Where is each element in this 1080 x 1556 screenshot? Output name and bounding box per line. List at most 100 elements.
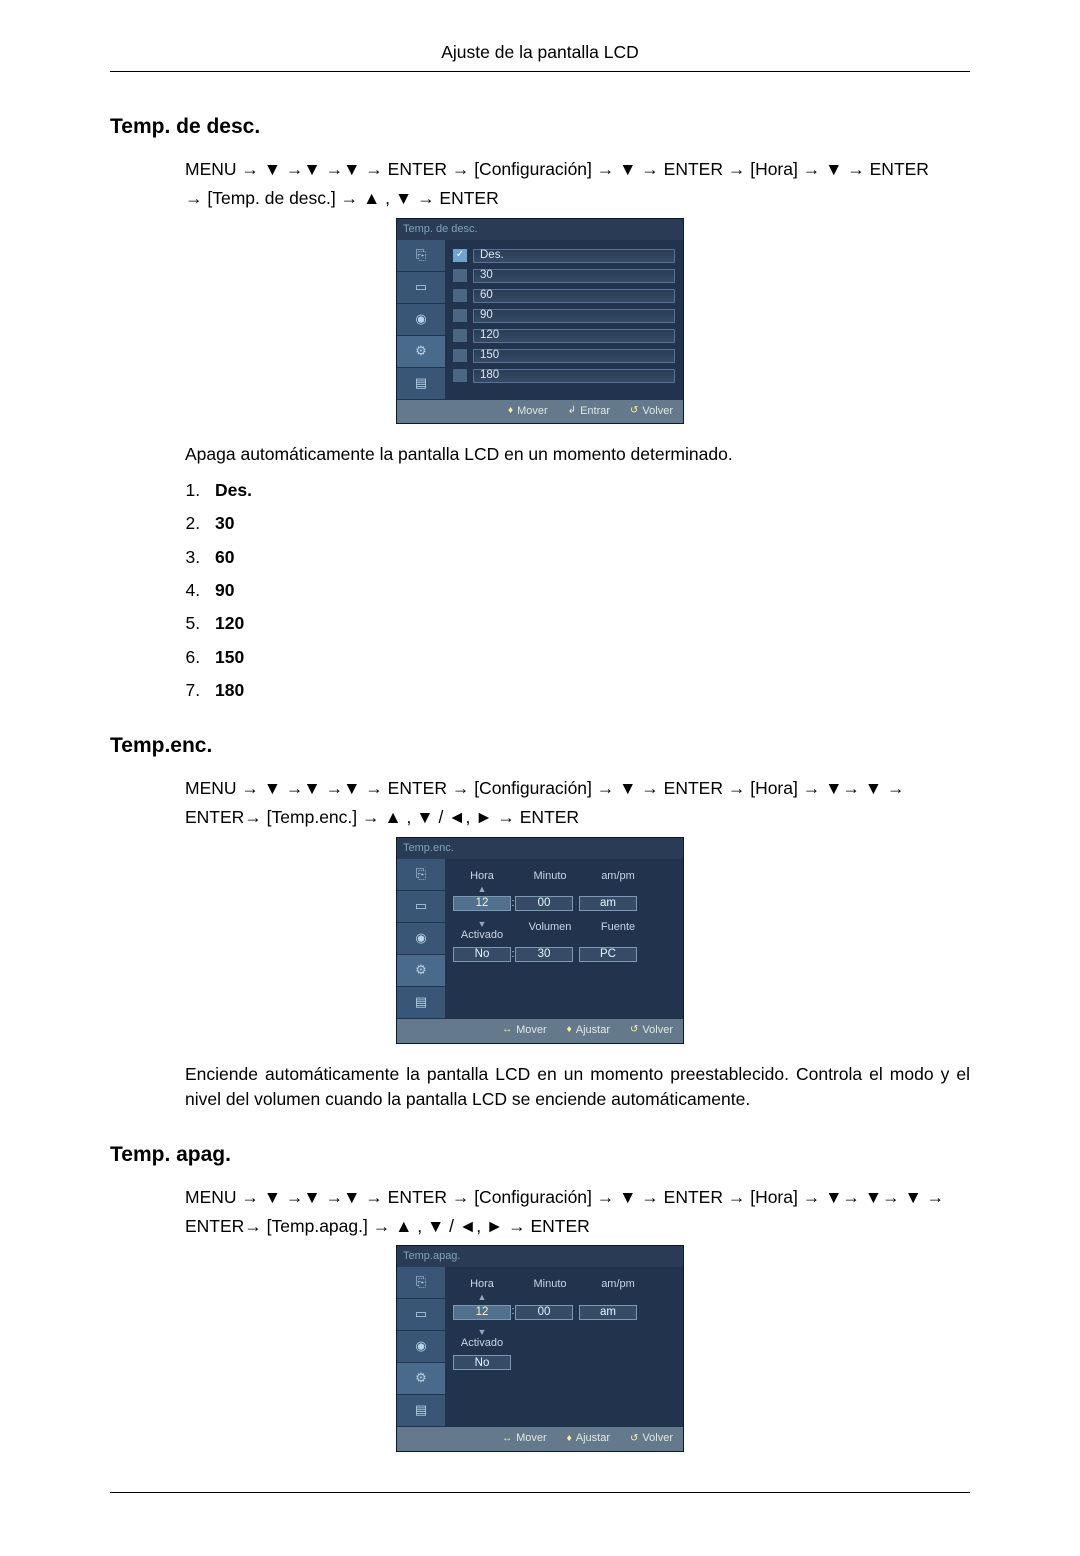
tab-input-icon[interactable]: ⎘ <box>397 240 445 272</box>
radio-icon <box>453 309 467 322</box>
option-label: 150 <box>473 349 675 363</box>
osd-footer: ↔ Mover ♦ Ajustar ↺ Volver <box>397 1427 683 1451</box>
value-minuto[interactable]: 00 <box>515 1305 573 1320</box>
label-activado: ▼Activado <box>453 1328 511 1352</box>
option-row[interactable]: 150 <box>453 349 675 363</box>
navpath-temp-apag-2: ENTER→ [Temp.apag.] → ▲ , ▼ / ◄, ► → ENT… <box>185 1214 970 1239</box>
value-activado[interactable]: No <box>453 947 511 962</box>
tab-multi-icon[interactable]: ▤ <box>397 368 445 400</box>
back-icon: ↺ <box>630 1023 638 1038</box>
option-row[interactable]: 90 <box>453 309 675 323</box>
osd-tab-strip: ⎘ ▭ ◉ ⚙ ▤ <box>397 859 445 1019</box>
radio-selected-icon: ✓ <box>453 249 467 262</box>
tab-sound-icon[interactable]: ◉ <box>397 1331 445 1363</box>
tab-sound-icon[interactable]: ◉ <box>397 304 445 336</box>
tab-input-icon[interactable]: ⎘ <box>397 859 445 891</box>
osd-panel-temp-de-desc: Temp. de desc. ⎘ ▭ ◉ ⚙ ▤ ✓ Des. 30 <box>396 218 684 425</box>
up-arrow-icon: ▲ <box>478 885 487 893</box>
description-temp-enc: Enciende automáticamente la pantalla LCD… <box>185 1062 970 1113</box>
tab-setup-icon[interactable]: ⚙ <box>397 1363 445 1395</box>
tab-multi-icon[interactable]: ▤ <box>397 987 445 1019</box>
back-icon: ↺ <box>630 404 638 419</box>
value-fuente[interactable]: PC <box>579 947 637 962</box>
move-icon: ♦ <box>508 404 513 419</box>
osd-title: Temp.apag. <box>397 1246 683 1267</box>
radio-icon <box>453 289 467 302</box>
option-row[interactable]: 60 <box>453 289 675 303</box>
back-icon: ↺ <box>630 1432 638 1447</box>
description-temp-de-desc: Apaga automáticamente la pantalla LCD en… <box>185 442 970 467</box>
adjust-icon: ♦ <box>567 1432 572 1447</box>
footer-move: Mover <box>517 404 548 420</box>
value-ampm[interactable]: am <box>579 896 637 911</box>
option-label: 30 <box>473 269 675 283</box>
label-volumen: Volumen <box>521 920 579 944</box>
osd-tab-strip: ⎘ ▭ ◉ ⚙ ▤ <box>397 1267 445 1427</box>
osd-title: Temp.enc. <box>397 838 683 859</box>
navpath-temp-enc-1: MENU → ▼ →▼ →▼ → ENTER → [Configuración]… <box>185 776 970 801</box>
option-label: 180 <box>473 369 675 383</box>
footer-adjust: Ajustar <box>576 1023 610 1039</box>
label-ampm: am/pm <box>589 1277 647 1301</box>
navpath-temp-enc-2: ENTER→ [Temp.enc.] → ▲ , ▼ / ◄, ► → ENTE… <box>185 805 970 830</box>
label-minuto: Minuto <box>521 1277 579 1301</box>
label-hora: Hora▲ <box>453 1277 511 1301</box>
move-icon: ↔ <box>502 1023 512 1038</box>
tab-setup-icon[interactable]: ⚙ <box>397 955 445 987</box>
heading-temp-enc: Temp.enc. <box>110 731 970 761</box>
tab-setup-icon[interactable]: ⚙ <box>397 336 445 368</box>
radio-icon <box>453 349 467 362</box>
tab-input-icon[interactable]: ⎘ <box>397 1267 445 1299</box>
footer-adjust: Ajustar <box>576 1431 610 1447</box>
page-footer-rule <box>110 1492 970 1496</box>
option-label: 90 <box>473 309 675 323</box>
radio-icon <box>453 369 467 382</box>
value-hora[interactable]: 12 <box>453 896 511 911</box>
footer-enter: Entrar <box>580 404 610 420</box>
osd-tab-strip: ⎘ ▭ ◉ ⚙ ▤ <box>397 240 445 400</box>
navpath-temp-de-desc-1: MENU → ▼ →▼ →▼ → ENTER → [Configuración]… <box>185 157 970 182</box>
tab-picture-icon[interactable]: ▭ <box>397 1299 445 1331</box>
option-row[interactable]: ✓ Des. <box>453 249 675 263</box>
tab-multi-icon[interactable]: ▤ <box>397 1395 445 1427</box>
footer-move: Mover <box>516 1431 547 1447</box>
osd-title: Temp. de desc. <box>397 219 683 240</box>
osd-panel-temp-enc: Temp.enc. ⎘ ▭ ◉ ⚙ ▤ Hora▲ Minuto am/pm 1… <box>396 837 684 1044</box>
radio-icon <box>453 269 467 282</box>
footer-move: Mover <box>516 1023 547 1039</box>
label-fuente: Fuente <box>589 920 647 944</box>
option-row[interactable]: 30 <box>453 269 675 283</box>
heading-temp-apag: Temp. apag. <box>110 1140 970 1170</box>
tab-sound-icon[interactable]: ◉ <box>397 923 445 955</box>
value-minuto[interactable]: 00 <box>515 896 573 911</box>
option-label: 60 <box>473 289 675 303</box>
list-item: 180 <box>205 678 970 703</box>
list-item: 30 <box>205 511 970 536</box>
value-ampm[interactable]: am <box>579 1305 637 1320</box>
value-volumen[interactable]: 30 <box>515 947 573 962</box>
adjust-icon: ♦ <box>567 1023 572 1038</box>
osd-panel-temp-apag: Temp.apag. ⎘ ▭ ◉ ⚙ ▤ Hora▲ Minuto am/pm … <box>396 1245 684 1452</box>
move-icon: ↔ <box>502 1432 512 1447</box>
value-hora[interactable]: 12 <box>453 1305 511 1320</box>
tab-picture-icon[interactable]: ▭ <box>397 891 445 923</box>
option-row[interactable]: 180 <box>453 369 675 383</box>
footer-back: Volver <box>642 1431 673 1447</box>
label-hora: Hora▲ <box>453 869 511 893</box>
footer-back: Volver <box>642 1023 673 1039</box>
navpath-temp-de-desc-2: → [Temp. de desc.] → ▲ , ▼ → ENTER <box>185 186 970 211</box>
down-arrow-icon: ▼ <box>478 920 487 928</box>
osd-footer: ♦Mover ↲Entrar ↺Volver <box>397 400 683 424</box>
navpath-temp-apag-1: MENU → ▼ →▼ →▼ → ENTER → [Configuración]… <box>185 1185 970 1210</box>
enter-icon: ↲ <box>568 404 576 419</box>
option-row[interactable]: 120 <box>453 329 675 343</box>
value-activado[interactable]: No <box>453 1355 511 1370</box>
list-item: Des. <box>205 478 970 503</box>
label-ampm: am/pm <box>589 869 647 893</box>
label-minuto: Minuto <box>521 869 579 893</box>
list-item: 150 <box>205 645 970 670</box>
page-header: Ajuste de la pantalla LCD <box>110 40 970 72</box>
radio-icon <box>453 329 467 342</box>
tab-picture-icon[interactable]: ▭ <box>397 272 445 304</box>
heading-temp-de-desc: Temp. de desc. <box>110 112 970 142</box>
